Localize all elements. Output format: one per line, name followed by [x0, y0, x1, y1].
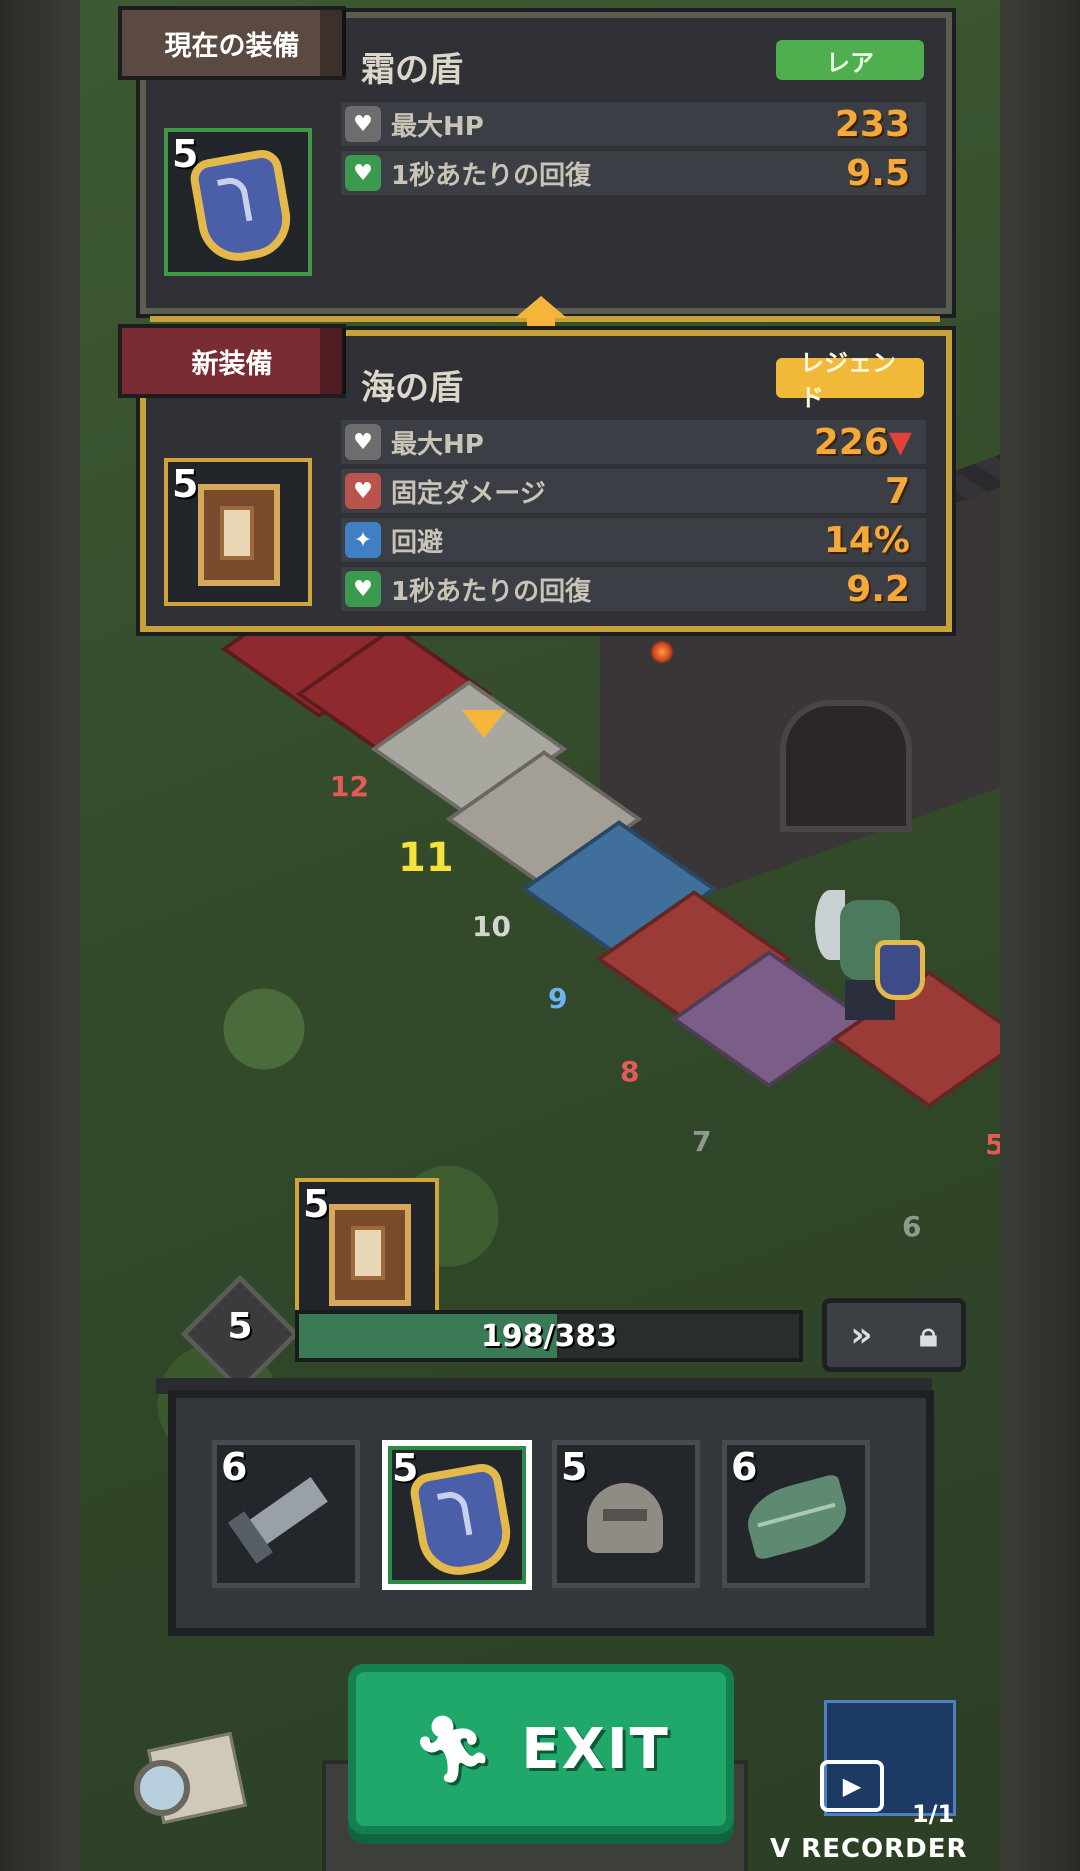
item-level: 5: [561, 1445, 588, 1489]
stat-value: 9.2: [846, 568, 910, 610]
heart-icon: ♥: [345, 424, 381, 460]
game-screen: 12 11 10 9 8 7 6 5 霜の盾 レア ♥ 最大HP 233 ♥ 1…: [0, 0, 1080, 1871]
shield-icon: [875, 940, 925, 1000]
magnifier-icon: [134, 1760, 190, 1816]
target-arrow-icon: [462, 710, 506, 738]
tile-number: 8: [620, 1055, 640, 1088]
stat-label: 固定ダメージ: [391, 478, 546, 509]
rarity-badge-legend: レジェンド: [776, 349, 924, 412]
item-level: 5: [303, 1182, 330, 1226]
decrease-arrow-icon: ▼: [888, 424, 912, 460]
item-level: 5: [392, 1446, 419, 1490]
tile-number: 7: [692, 1125, 712, 1158]
tile-number: 6: [902, 1210, 922, 1243]
tag-label: 新装備: [191, 348, 273, 380]
inventory-slot-1[interactable]: 6: [212, 1440, 360, 1588]
exit-button[interactable]: 🏃︎ EXIT: [348, 1664, 734, 1834]
fast-forward-icon: »: [850, 1315, 873, 1355]
stat-row-regen: ♥ 1秒あたりの回復 9.5: [341, 151, 926, 195]
video-camera-icon: ▶: [820, 1760, 884, 1812]
stat-label: 最大HP: [391, 111, 484, 142]
letterbox-right: [1000, 0, 1080, 1871]
screen-recorder-overlay[interactable]: ▶ 1/1 V RECORDER: [770, 1700, 970, 1871]
item-level: 5: [172, 132, 199, 176]
stat-label: 最大HP: [391, 429, 484, 460]
hero-character[interactable]: [815, 880, 925, 1030]
item-level: 6: [731, 1445, 758, 1489]
xp-text: 198/383: [480, 1318, 618, 1354]
inventory-slot-2[interactable]: 5: [382, 1440, 532, 1590]
stat-label: 1秒あたりの回復: [391, 576, 592, 607]
stat-label: 1秒あたりの回復: [391, 160, 592, 191]
inventory-tray: 6 5 5 6: [168, 1390, 934, 1636]
stat-row-fixed-damage: ♥ 固定ダメージ 7: [341, 469, 926, 513]
tile-number: 9: [548, 982, 568, 1015]
helmet-icon: [587, 1483, 663, 1553]
stat-row-max-hp: ♥ 最大HP 233: [341, 102, 926, 146]
castle-gate: [780, 700, 912, 832]
dropped-item[interactable]: 5: [295, 1178, 439, 1322]
lock-icon: 🔒︎: [919, 1315, 938, 1355]
inventory-slot-4[interactable]: 6: [722, 1440, 870, 1588]
stat-value: 14%: [823, 519, 910, 561]
item-level: 6: [221, 1445, 248, 1489]
sea-shield-icon: [329, 1204, 411, 1306]
tag-label: 現在の装備: [164, 30, 300, 62]
current-stat-list: ♥ 最大HP 233 ♥ 1秒あたりの回復 9.5: [341, 102, 926, 200]
stat-value: 7: [884, 470, 910, 512]
recorder-label: V RECORDER: [770, 1834, 968, 1864]
new-item-icon-box: 5: [164, 458, 312, 606]
item-level: 5: [172, 462, 199, 506]
stat-value: 9.5: [846, 152, 910, 194]
new-stat-list: ♥ 最大HP 226 ▼ ♥ 固定ダメージ 7 ✦ 回避 14% ♥ 1秒あたり…: [341, 420, 926, 616]
stat-row-dodge: ✦ 回避 14%: [341, 518, 926, 562]
regen-heart-icon: ♥: [345, 155, 381, 191]
speed-lock-button[interactable]: » 🔒︎: [822, 1298, 966, 1372]
torch-icon: [650, 640, 674, 664]
recorder-count: 1/1: [912, 1800, 955, 1828]
tile-number: 12: [330, 770, 369, 803]
tag-tab: [320, 10, 346, 76]
rarity-badge-rare: レア: [776, 40, 924, 80]
stat-value: 226: [813, 421, 889, 463]
frost-shield-icon: [407, 1460, 517, 1582]
current-item-name: 霜の盾: [361, 50, 463, 90]
running-man-icon: 🏃︎: [412, 1712, 496, 1787]
tile-number: 11: [398, 835, 454, 881]
current-equipment-tag: 現在の装備: [118, 6, 346, 80]
stat-row-max-hp: ♥ 最大HP 226 ▼: [341, 420, 926, 464]
inventory-slot-3[interactable]: 5: [552, 1440, 700, 1588]
heart-icon: ♥: [345, 106, 381, 142]
frost-shield-icon: [187, 146, 297, 268]
tile-number: 5: [985, 1128, 1000, 1161]
stat-row-regen: ♥ 1秒あたりの回復 9.2: [341, 567, 926, 611]
tag-tab: [320, 328, 346, 394]
sword-icon: [240, 1477, 328, 1551]
stat-label: 回避: [391, 527, 444, 558]
broken-heart-icon: ♥: [345, 473, 381, 509]
map-search-button[interactable]: [134, 1730, 247, 1825]
new-equipment-tag: 新装備: [118, 324, 346, 398]
exit-label: EXIT: [521, 1716, 670, 1782]
xp-bar: 198/383: [295, 1310, 803, 1362]
new-item-name: 海の盾: [361, 368, 463, 408]
current-item-icon-box: 5: [164, 128, 312, 276]
regen-heart-icon: ♥: [345, 571, 381, 607]
letterbox-left: [0, 0, 80, 1871]
tile-number: 10: [472, 910, 511, 943]
stat-value: 233: [834, 103, 910, 145]
sea-shield-icon: [198, 484, 280, 586]
player-level: 5: [227, 1306, 253, 1347]
dodge-icon: ✦: [345, 522, 381, 558]
